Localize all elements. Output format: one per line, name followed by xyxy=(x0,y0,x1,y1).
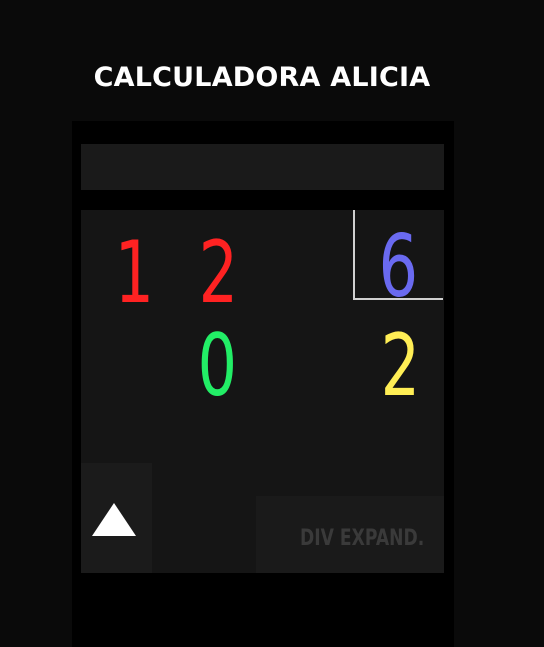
dividend-digit-2: 2 xyxy=(198,223,239,323)
quotient-digit: 2 xyxy=(380,316,421,416)
division-board: 1 2 6 0 2 DIV EXPAND. xyxy=(81,210,444,573)
triangle-up-icon xyxy=(92,503,136,536)
remainder-digit: 0 xyxy=(197,316,238,416)
dividend-digit-1: 1 xyxy=(114,223,155,323)
display-bar xyxy=(81,144,444,190)
arrow-up-button[interactable] xyxy=(81,463,152,573)
calculator: 1 2 6 0 2 DIV EXPAND. xyxy=(72,121,454,647)
divisor-digit: 6 xyxy=(378,217,419,317)
div-expand-label: DIV EXPAND. xyxy=(299,526,424,551)
div-expand-button[interactable]: DIV EXPAND. xyxy=(256,496,444,573)
page-title: CALCULADORA ALICIA xyxy=(93,62,431,93)
